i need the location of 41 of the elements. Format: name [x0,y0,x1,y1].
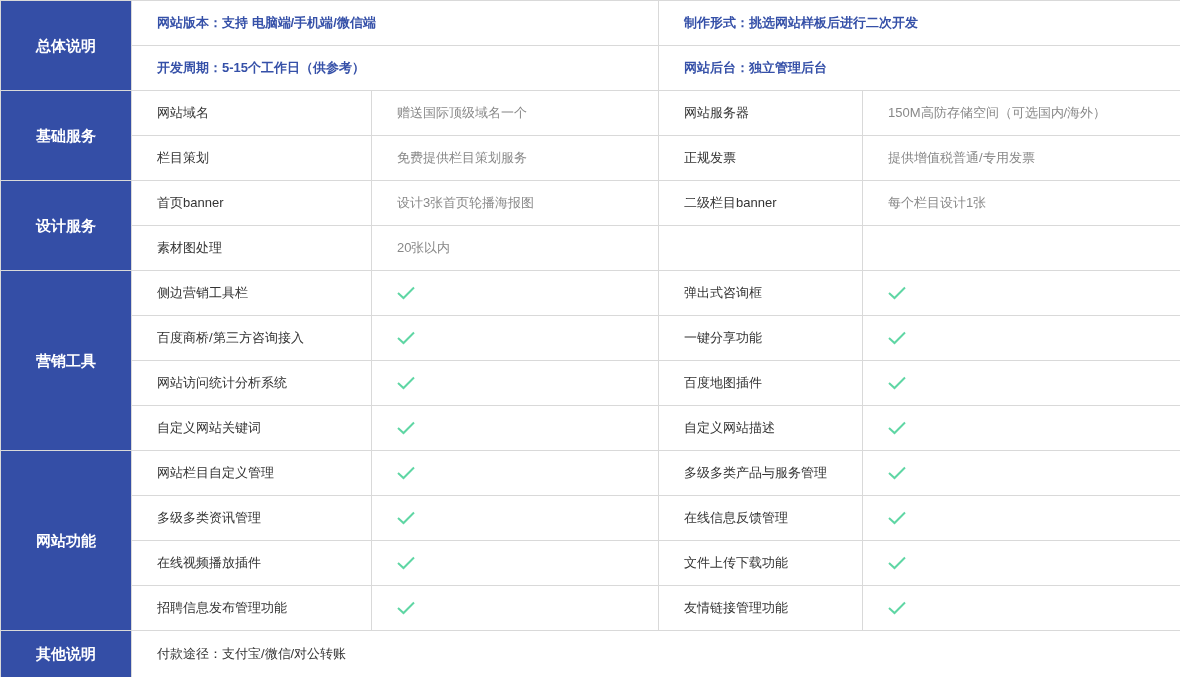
item-value: 20张以内 [397,240,451,256]
summary-text: 制作形式：挑选网站样板后进行二次开发 [684,15,918,31]
feature-label: 多级多类产品与服务管理 [684,465,827,481]
feature-label: 自定义网站描述 [684,420,775,436]
item-label: 素材图处理 [157,240,222,256]
feature-label: 在线视频播放插件 [157,555,261,571]
feature-label: 自定义网站关键词 [157,420,261,436]
section-title: 其他说明 [36,645,96,662]
feature-label: 文件上传下载功能 [684,555,788,571]
section-title: 网站功能 [36,531,96,549]
item-label: 二级栏目banner [684,195,777,211]
summary-text: 网站版本：支持 电脑端/手机端/微信端 [157,15,376,31]
feature-label: 友情链接管理功能 [684,600,788,616]
item-label: 正规发票 [684,150,736,166]
section-title: 营销工具 [36,351,96,369]
section-title: 总体说明 [36,36,96,54]
feature-label: 网站栏目自定义管理 [157,465,274,481]
section-title: 设计服务 [36,216,96,234]
summary-text: 网站后台：独立管理后台 [684,60,827,76]
feature-label: 招聘信息发布管理功能 [157,600,287,616]
feature-label: 百度商桥/第三方咨询接入 [157,330,304,346]
feature-label: 多级多类资讯管理 [157,510,261,526]
feature-label: 弹出式咨询框 [684,285,762,301]
item-value: 免费提供栏目策划服务 [397,150,527,166]
item-value: 赠送国际顶级域名一个 [397,105,527,121]
item-label: 栏目策划 [157,150,209,166]
item-value: 每个栏目设计1张 [888,195,987,211]
summary-text: 开发周期：5-15个工作日（供参考） [157,60,366,76]
item-value: 150M高防存储空间（可选国内/海外） [888,105,1107,121]
note-text: 付款途径：支付宝/微信/对公转账 [157,646,347,662]
feature-label: 网站访问统计分析系统 [157,375,287,391]
item-label: 首页banner [157,195,224,211]
feature-label: 百度地图插件 [684,375,762,391]
section-title: 基础服务 [36,126,96,144]
item-label: 网站域名 [157,105,209,121]
item-value: 设计3张首页轮播海报图 [397,195,535,211]
feature-label: 侧边营销工具栏 [157,285,248,301]
feature-label: 在线信息反馈管理 [684,510,788,526]
item-label: 网站服务器 [684,105,749,121]
feature-label: 一键分享功能 [684,330,762,346]
item-value: 提供增值税普通/专用发票 [888,150,1035,166]
